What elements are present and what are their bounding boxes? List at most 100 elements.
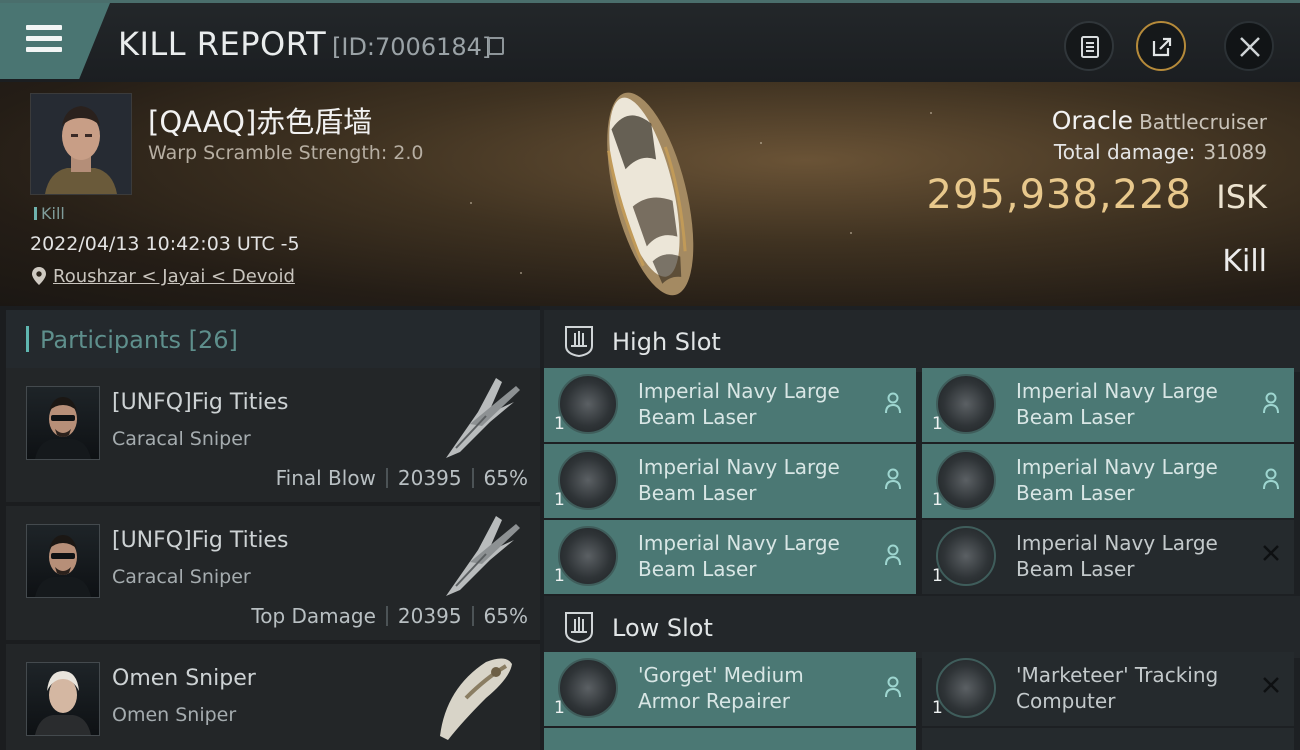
kill-timestamp: 2022/04/13 10:42:03 UTC -5 (30, 233, 300, 255)
participant-ship-image (446, 516, 520, 596)
high-slot-label: High Slot (612, 328, 721, 356)
participant-ship-image (446, 378, 520, 458)
destroyed-x-icon (1263, 677, 1279, 693)
dropped-person-icon (1263, 392, 1279, 414)
ship-class: Battlecruiser (1139, 110, 1267, 134)
module-quantity: 1 (932, 566, 943, 586)
hamburger-icon (26, 25, 62, 58)
participant-name: [UNFQ]Fig Tities (112, 390, 289, 415)
low-slot-icon (565, 612, 593, 644)
destroyed-x-icon (1263, 545, 1279, 561)
beam-laser-icon (936, 450, 996, 510)
module-quantity: 1 (554, 490, 565, 510)
module-quantity: 1 (932, 490, 943, 510)
module-name: Imperial Navy Large Beam Laser (638, 531, 840, 581)
low-slot-header: Low Slot (544, 596, 1300, 658)
share-icon (1152, 37, 1172, 57)
participant-avatar (26, 662, 100, 736)
module-card[interactable] (922, 728, 1294, 750)
participants-panel: Participants [26] [UNFQ]Fig Tities Carac… (0, 306, 540, 750)
notes-button[interactable] (1064, 21, 1114, 71)
clipboard-icon (1081, 36, 1099, 58)
kill-tag: Kill (34, 204, 65, 223)
module-card[interactable]: 1 'Gorget' Medium Armor Repairer (544, 652, 916, 726)
module-card[interactable]: 1 Imperial Navy Large Beam Laser (922, 444, 1294, 518)
isk-unit: ISK (1216, 178, 1267, 216)
tracking-computer-icon (936, 658, 996, 718)
participant-role: Top Damage (251, 604, 376, 628)
menu-button[interactable] (0, 3, 110, 79)
victim-name[interactable]: [QAAQ]赤色盾墙 (148, 99, 372, 141)
high-slot-header: High Slot (544, 310, 1300, 372)
kill-report-screen: KILL REPORT [ID:7006184] [QAAQ]赤色盾墙 Warp… (0, 0, 1300, 750)
participant-row[interactable]: [UNFQ]Fig Tities Caracal Sniper Final Bl… (6, 368, 540, 502)
module-name: 'Gorget' Medium Armor Repairer (638, 663, 804, 713)
module-card[interactable]: 1 Imperial Navy Large Beam Laser (544, 444, 916, 518)
participant-ship: Omen Sniper (112, 704, 237, 726)
participant-ship-image (440, 658, 512, 740)
participants-label: Participants [26] (40, 326, 238, 354)
module-quantity: 1 (554, 698, 565, 718)
kill-summary: [QAAQ]赤色盾墙 Warp Scramble Strength: 2.0 K… (0, 82, 1300, 306)
module-name: Imperial Navy Large Beam Laser (638, 455, 840, 505)
participant-stats: Final Blow 20395 65% (276, 466, 528, 490)
participants-header: Participants [26] (6, 310, 540, 368)
dropped-person-icon (885, 468, 901, 490)
module-card[interactable]: 1 Imperial Navy Large Beam Laser (544, 520, 916, 594)
fitting-panel: High Slot 1 Imperial Navy Large Beam Las… (540, 306, 1300, 750)
victim-avatar[interactable] (30, 93, 132, 195)
kill-result: Kill (1222, 244, 1267, 279)
beam-laser-icon (936, 374, 996, 434)
module-name: Imperial Navy Large Beam Laser (638, 379, 840, 429)
participant-percent: 65% (483, 466, 528, 490)
module-card[interactable]: 1 Imperial Navy Large Beam Laser (922, 520, 1294, 594)
dropped-person-icon (885, 392, 901, 414)
participant-stats: Top Damage 20395 65% (251, 604, 528, 628)
module-quantity: 1 (554, 566, 565, 586)
participant-ship: Caracal Sniper (112, 566, 251, 588)
copy-icon[interactable] (488, 37, 504, 55)
total-damage-value: 31089 (1203, 140, 1267, 164)
close-button[interactable] (1224, 21, 1274, 71)
isk-value: 295,938,228 (926, 172, 1192, 218)
ship-name[interactable]: Oracle Battlecruiser (1052, 106, 1267, 135)
beam-laser-icon (558, 374, 618, 434)
page-title: KILL REPORT (118, 25, 327, 63)
beam-laser-icon (558, 526, 618, 586)
dropped-person-icon (1263, 468, 1279, 490)
low-slot-label: Low Slot (612, 614, 713, 642)
module-name: Imperial Navy Large Beam Laser (1016, 455, 1218, 505)
share-button[interactable] (1136, 21, 1186, 71)
participant-name: [UNFQ]Fig Tities (112, 528, 289, 553)
location-link[interactable]: Roushzar < Jayai < Devoid (53, 266, 295, 287)
module-quantity: 1 (554, 414, 565, 434)
module-card[interactable]: 1 'Marketeer' Tracking Computer (922, 652, 1294, 726)
participant-row[interactable]: Omen Sniper Omen Sniper (6, 644, 540, 750)
warp-scramble-strength: Warp Scramble Strength: 2.0 (148, 142, 424, 164)
module-quantity: 1 (932, 698, 943, 718)
close-icon (1240, 37, 1260, 57)
module-name: Imperial Navy Large Beam Laser (1016, 531, 1218, 581)
module-quantity: 1 (932, 414, 943, 434)
participant-avatar (26, 386, 100, 460)
participant-damage: 20395 (397, 466, 462, 490)
armor-repairer-icon (558, 658, 618, 718)
location-pin-icon (32, 267, 46, 285)
participant-ship: Caracal Sniper (112, 428, 251, 450)
module-card[interactable]: 1 Imperial Navy Large Beam Laser (922, 368, 1294, 442)
participant-role: Final Blow (275, 466, 376, 490)
participant-name: Omen Sniper (112, 666, 256, 691)
participant-damage: 20395 (397, 604, 462, 628)
high-slot-icon (565, 326, 593, 358)
report-id: [ID:7006184] (332, 33, 492, 61)
module-card[interactable]: 1 Imperial Navy Large Beam Laser (544, 368, 916, 442)
module-card[interactable] (544, 728, 916, 750)
top-bar: KILL REPORT [ID:7006184] (0, 0, 1300, 82)
module-name: Imperial Navy Large Beam Laser (1016, 379, 1218, 429)
ship-image[interactable] (580, 82, 720, 304)
participant-percent: 65% (483, 604, 528, 628)
participant-avatar (26, 524, 100, 598)
participant-row[interactable]: [UNFQ]Fig Tities Caracal Sniper Top Dama… (6, 506, 540, 640)
beam-laser-icon (558, 450, 618, 510)
module-name: 'Marketeer' Tracking Computer (1016, 663, 1219, 713)
